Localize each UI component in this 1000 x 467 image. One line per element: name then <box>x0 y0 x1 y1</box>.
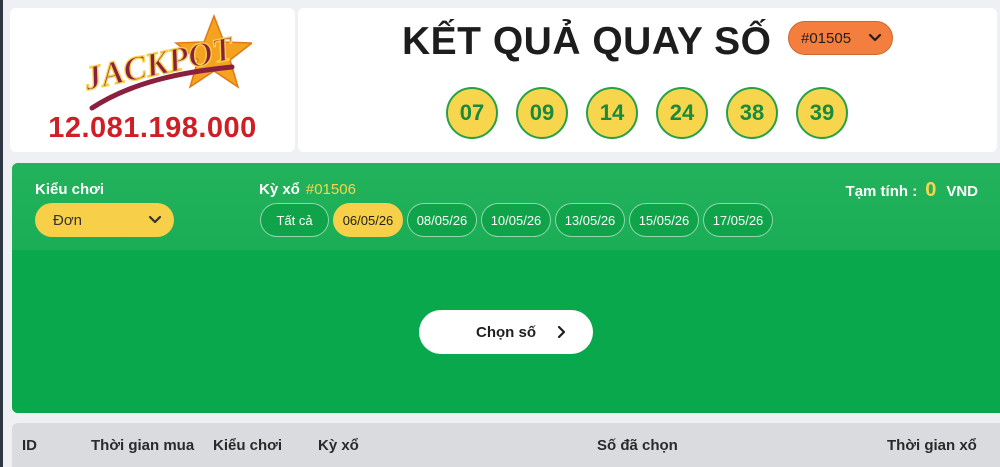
chevron-right-icon <box>557 325 566 339</box>
column-header-selected-numbers: Số đã chọn <box>597 437 678 454</box>
window-edge <box>0 0 3 467</box>
jackpot-logo-text: JACKPOT <box>80 30 238 98</box>
jackpot-card: JACKPOT 12.081.198.000 <box>10 8 295 152</box>
chevron-down-icon <box>868 33 882 42</box>
number-ball: 39 <box>796 87 848 139</box>
date-tab[interactable]: 10/05/26 <box>481 203 551 237</box>
number-ball: 38 <box>726 87 778 139</box>
number-ball: 09 <box>516 87 568 139</box>
number-ball: 14 <box>586 87 638 139</box>
column-header-play-type: Kiểu chơi <box>213 437 283 454</box>
jackpot-amount: 12.081.198.000 <box>48 112 257 144</box>
winning-numbers: 07 09 14 24 38 39 <box>446 87 848 139</box>
estimate-currency: VND <box>946 183 978 200</box>
date-tab[interactable]: 17/05/26 <box>703 203 773 237</box>
draw-label-group: Kỳ xổ #01506 <box>259 181 356 198</box>
draw-number: #01506 <box>305 181 356 198</box>
estimate-label: Tạm tính : <box>845 183 918 200</box>
chevron-down-icon <box>148 215 162 224</box>
play-options-bar: Kiểu chơi Đơn Kỳ xổ #01506 Tất cả 06/05/2… <box>12 163 1000 250</box>
column-header-draw: Kỳ xổ <box>318 437 359 454</box>
play-type-select[interactable]: Đơn <box>35 203 174 237</box>
draw-label: Kỳ xổ <box>259 181 300 198</box>
date-tab[interactable]: 06/05/26 <box>333 203 403 237</box>
draw-select[interactable]: #01505 <box>788 21 893 55</box>
results-card: KẾT QUẢ QUAY SỐ #01505 07 09 14 24 38 39 <box>298 8 997 152</box>
column-header-draw-time: Thời gian xổ <box>887 437 977 454</box>
date-tab[interactable]: 08/05/26 <box>407 203 477 237</box>
results-title: KẾT QUẢ QUAY SỐ <box>402 20 772 63</box>
draw-select-value: #01505 <box>801 29 852 47</box>
number-ball: 07 <box>446 87 498 139</box>
estimate-amount: 0 <box>925 179 937 201</box>
play-type-value: Đơn <box>53 211 83 229</box>
date-tab-all[interactable]: Tất cả <box>260 203 329 237</box>
estimate: Tạm tính : 0 VND <box>846 179 978 202</box>
date-tab[interactable]: 13/05/26 <box>555 203 625 237</box>
column-header-id: ID <box>22 437 37 454</box>
date-tabs: Tất cả 06/05/26 08/05/26 10/05/26 13/05/… <box>260 203 773 237</box>
tickets-table-header: ID Thời gian mua Kiểu chơi Kỳ xổ Số đã c… <box>12 423 1000 467</box>
play-panel: Kiểu chơi Đơn Kỳ xổ #01506 Tất cả 06/05/2… <box>12 163 1000 413</box>
number-ball: 24 <box>656 87 708 139</box>
choose-numbers-button[interactable]: Chọn số <box>419 310 593 354</box>
choose-numbers-label: Chọn số <box>476 323 536 341</box>
play-type-label: Kiểu chơi <box>35 181 105 198</box>
column-header-purchase-time: Thời gian mua <box>91 437 195 454</box>
date-tab[interactable]: 15/05/26 <box>629 203 699 237</box>
jackpot-logo: JACKPOT <box>79 13 252 111</box>
